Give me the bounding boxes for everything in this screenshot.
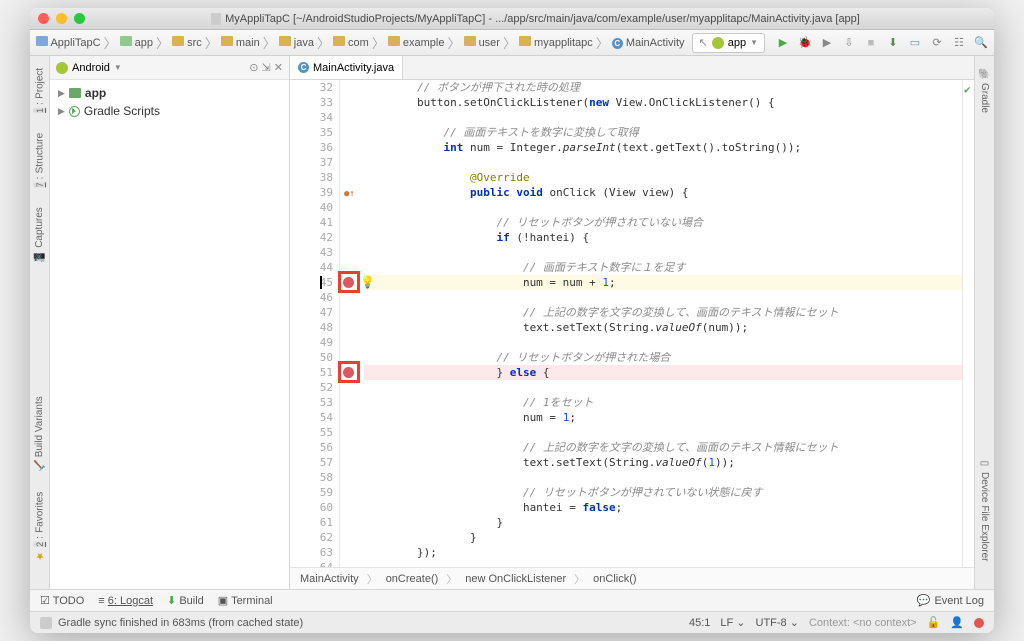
inspection-ok-icon: ✔ [964, 82, 971, 97]
nav-breadcrumbs[interactable]: AppliTapC〉 app〉 src〉 main〉 java〉 com〉 ex… [36, 33, 685, 52]
sdk-manager-button[interactable]: ⬇ [886, 36, 900, 50]
code-editor[interactable]: 3233343536373839404142434445464748495051… [290, 80, 974, 567]
tool-captures[interactable]: 📷 Captures [34, 207, 45, 263]
tool-gradle[interactable]: 🐘 Gradle [979, 68, 990, 113]
window-title: MyAppliTapC [~/AndroidStudioProjects/MyA… [225, 13, 860, 25]
editor-tabs: C MainActivity.java [290, 56, 974, 80]
android-view-icon [56, 62, 68, 74]
tool-logcat[interactable]: ≡ 6: Logcat [98, 595, 153, 607]
tool-event-log[interactable]: 💬 Event Log [917, 594, 984, 607]
tool-project[interactable]: 1: Project [33, 68, 47, 113]
project-structure-button[interactable]: ☷ [952, 36, 966, 50]
lock-icon[interactable]: 🔓 [927, 616, 941, 629]
caret-position[interactable]: 45:1 [689, 617, 710, 629]
maximize-button[interactable] [74, 13, 85, 24]
sidebar-header[interactable]: Android ▼ ⊙ ⇲ ✕ [50, 56, 289, 80]
run-button[interactable]: ▶ [776, 36, 790, 50]
tab-mainactivity[interactable]: C MainActivity.java [290, 56, 403, 79]
avd-manager-button[interactable]: ▭ [908, 36, 922, 50]
gutter-marks[interactable]: ●↑💡●↑ [340, 80, 358, 567]
tool-device-file-explorer[interactable]: ▭ Device File Explorer [979, 458, 990, 561]
tool-build[interactable]: ⬇ Build [167, 594, 204, 607]
left-tool-rail: 1: Project 7: Structure 📷 Captures 🔨 Bui… [30, 56, 50, 589]
profile-button[interactable]: ▶ [820, 36, 834, 50]
debug-button[interactable]: 🐞 [798, 36, 812, 50]
context-label[interactable]: Context: <no context> [809, 617, 917, 629]
tool-build-variants[interactable]: 🔨 Build Variants [34, 396, 45, 472]
tab-label: MainActivity.java [313, 62, 394, 74]
sync-button[interactable]: ⟳ [930, 36, 944, 50]
tree-app[interactable]: ▶app [50, 84, 289, 102]
attach-debugger-button[interactable]: ⇩ [842, 36, 856, 50]
close-button[interactable] [38, 13, 49, 24]
status-icon[interactable] [40, 617, 52, 629]
tool-favorites[interactable]: ★ 2: Favorites [33, 492, 47, 561]
sidebar-view-label: Android [72, 62, 110, 74]
tool-terminal[interactable]: ▣ Terminal [218, 594, 273, 607]
file-encoding[interactable]: UTF-8 [756, 617, 787, 629]
navigation-toolbar: AppliTapC〉 app〉 src〉 main〉 java〉 com〉 ex… [30, 30, 994, 56]
tree-gradle-scripts[interactable]: ▶Gradle Scripts [50, 102, 289, 120]
hector-icon[interactable]: 👤 [950, 616, 964, 629]
error-indicator[interactable] [974, 618, 984, 628]
status-message: Gradle sync finished in 683ms (from cach… [58, 617, 303, 629]
file-icon [211, 13, 221, 25]
minimize-button[interactable] [56, 13, 67, 24]
run-config-name: app [728, 37, 746, 49]
status-bar: Gradle sync finished in 683ms (from cach… [30, 611, 994, 633]
stop-button[interactable]: ■ [864, 36, 878, 50]
bottom-tool-bar: ☑ TODO ≡ 6: Logcat ⬇ Build ▣ Terminal 💬 … [30, 589, 994, 611]
sidebar-settings-icon[interactable]: ⊙ ⇲ ✕ [249, 61, 283, 74]
gutter[interactable]: 3233343536373839404142434445464748495051… [290, 80, 340, 567]
tool-todo[interactable]: ☑ TODO [40, 594, 84, 607]
class-icon: C [298, 62, 309, 73]
tool-structure[interactable]: 7: Structure [33, 133, 47, 187]
line-separator[interactable]: LF [720, 617, 733, 629]
project-sidebar: Android ▼ ⊙ ⇲ ✕ ▶app ▶Gradle Scripts [50, 56, 290, 589]
error-stripe[interactable]: ✔ [962, 80, 974, 567]
right-tool-rail: 🐘 Gradle ▭ Device File Explorer [974, 56, 994, 589]
search-button[interactable]: 🔍 [974, 36, 988, 50]
editor-breadcrumb[interactable]: MainActivity〉onCreate()〉new OnClickListe… [290, 567, 974, 589]
window-titlebar: MyAppliTapC [~/AndroidStudioProjects/MyA… [30, 8, 994, 30]
android-icon [712, 37, 724, 49]
run-config-selector[interactable]: ↖ app ▼ [692, 33, 766, 53]
